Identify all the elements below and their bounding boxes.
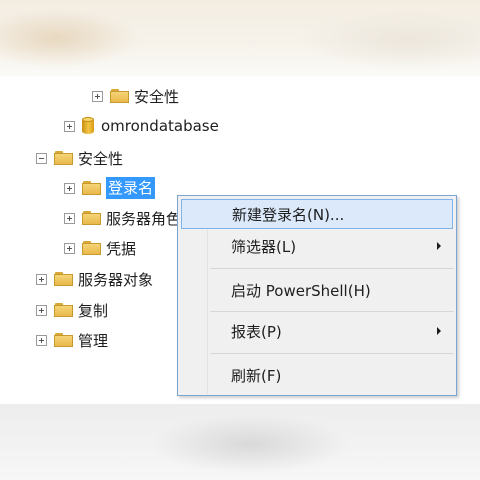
menu-item-label: 刷新(F): [231, 366, 282, 385]
menu-item-reports[interactable]: 报表(P): [181, 316, 453, 346]
expand-icon[interactable]: [92, 90, 103, 102]
tree-node-label: 服务器角色: [106, 209, 182, 228]
folder-icon: [54, 151, 73, 165]
tree-node-management[interactable]: 管理: [36, 328, 108, 352]
folder-icon: [54, 303, 73, 317]
submenu-arrow-icon: [437, 327, 441, 335]
folder-icon: [82, 181, 101, 195]
tree-node-replication[interactable]: 复制: [36, 298, 108, 322]
blurred-background-bottom: [0, 404, 480, 480]
tree-node-label: 安全性: [134, 87, 180, 106]
collapse-icon[interactable]: [36, 152, 47, 164]
tree-node-label: 凭据: [106, 239, 137, 258]
expand-icon[interactable]: [36, 334, 47, 346]
expand-icon[interactable]: [64, 182, 75, 194]
blurred-background-top: [0, 0, 480, 76]
tree-node-label-selected: 登录名: [106, 177, 156, 199]
expand-icon[interactable]: [36, 304, 47, 316]
tree-node-security-partial[interactable]: 安全性: [92, 84, 179, 108]
tree-node-credentials[interactable]: 凭据: [64, 236, 136, 260]
menu-item-label: 报表(P): [231, 322, 282, 341]
tree-node-label: 安全性: [78, 149, 124, 168]
tree-node-label: 管理: [78, 331, 109, 350]
menu-separator: [210, 353, 454, 354]
tree-node-omrondatabase[interactable]: omrondatabase: [64, 114, 219, 138]
expand-icon[interactable]: [36, 273, 47, 285]
tree-node-security[interactable]: 安全性: [36, 146, 123, 170]
folder-icon: [54, 272, 73, 286]
context-menu: 新建登录名(N)... 筛选器(L) 启动 PowerShell(H) 报表(P…: [177, 195, 457, 396]
tree-node-label: 复制: [78, 301, 109, 320]
folder-icon: [82, 241, 101, 255]
database-icon: [82, 117, 94, 135]
menu-item-label: 新建登录名(N)...: [232, 205, 345, 224]
expand-icon[interactable]: [64, 120, 75, 132]
folder-icon: [110, 89, 129, 103]
menu-separator: [210, 268, 454, 269]
tree-node-logins[interactable]: 登录名: [64, 176, 156, 200]
tree-node-label: 服务器对象: [78, 270, 154, 289]
expand-icon[interactable]: [64, 242, 75, 254]
tree-node-server-objects[interactable]: 服务器对象: [36, 267, 153, 291]
folder-icon: [54, 333, 73, 347]
submenu-arrow-icon: [437, 242, 441, 250]
menu-separator: [210, 311, 454, 312]
menu-item-new-login[interactable]: 新建登录名(N)...: [181, 199, 453, 229]
tree-node-label: omrondatabase: [101, 117, 219, 135]
menu-item-start-powershell[interactable]: 启动 PowerShell(H): [181, 275, 453, 305]
menu-item-label: 筛选器(L): [231, 237, 297, 256]
menu-item-refresh[interactable]: 刷新(F): [181, 360, 453, 390]
tree-node-server-roles[interactable]: 服务器角色: [64, 206, 181, 230]
folder-icon: [82, 211, 101, 225]
expand-icon[interactable]: [64, 212, 75, 224]
menu-item-filter[interactable]: 筛选器(L): [181, 231, 453, 261]
menu-item-label: 启动 PowerShell(H): [231, 281, 371, 300]
